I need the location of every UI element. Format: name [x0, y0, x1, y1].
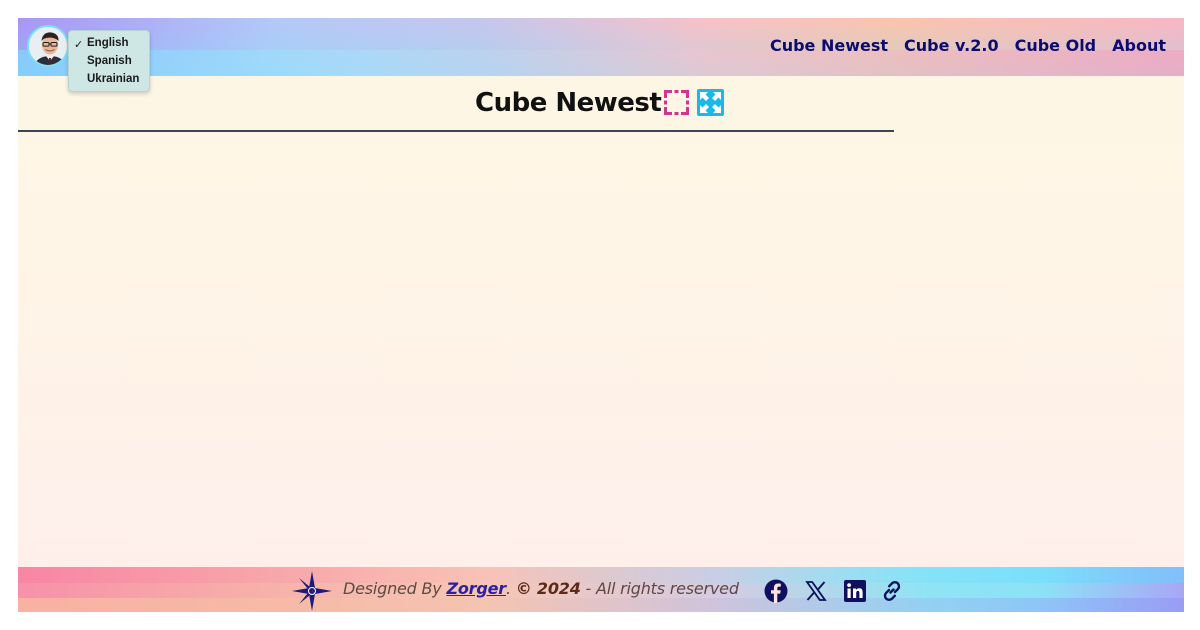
nav-link-cube-v2[interactable]: Cube v.2.0	[904, 36, 999, 55]
copyright-year: © 2024	[515, 579, 581, 598]
page-title: Cube Newest	[475, 88, 662, 118]
selected-check-icon: ✓	[74, 38, 84, 51]
footer: Designed By Zorger. © 2024 - All rights …	[18, 567, 1184, 612]
nav-link-cube-newest[interactable]: Cube Newest	[770, 36, 888, 55]
focus-frame-icon[interactable]	[663, 89, 690, 116]
language-dropdown[interactable]: ✓ English Spanish Ukrainian	[68, 30, 150, 92]
avatar[interactable]	[27, 25, 69, 67]
language-option-english[interactable]: English	[87, 36, 129, 50]
expand-arrows-icon[interactable]	[697, 89, 724, 116]
designed-by-label: Designed By	[343, 579, 447, 598]
nav-link-about[interactable]: About	[1112, 36, 1166, 55]
link-icon[interactable]	[880, 579, 904, 603]
compass-rose-icon	[292, 571, 332, 611]
language-option-ukrainian[interactable]: Ukrainian	[87, 72, 139, 86]
avatar-portrait	[29, 27, 67, 65]
page: ✓ English Spanish Ukrainian Cube Newest …	[18, 18, 1184, 612]
title-row: Cube Newest	[18, 86, 1184, 120]
footer-separator: .	[505, 579, 516, 598]
x-icon[interactable]	[804, 579, 828, 603]
top-nav-bar: ✓ English Spanish Ukrainian Cube Newest …	[18, 18, 1184, 92]
author-link[interactable]: Zorger	[446, 579, 506, 598]
nav-link-cube-old[interactable]: Cube Old	[1015, 36, 1097, 55]
main-nav: Cube Newest Cube v.2.0 Cube Old About	[754, 36, 1166, 55]
rights-text: - All rights reserved	[580, 579, 739, 598]
footer-credits: Designed By Zorger. © 2024 - All rights …	[343, 579, 739, 598]
facebook-icon[interactable]	[764, 579, 788, 603]
linkedin-icon[interactable]	[843, 579, 867, 603]
title-divider	[18, 130, 894, 132]
language-option-spanish[interactable]: Spanish	[87, 54, 132, 68]
